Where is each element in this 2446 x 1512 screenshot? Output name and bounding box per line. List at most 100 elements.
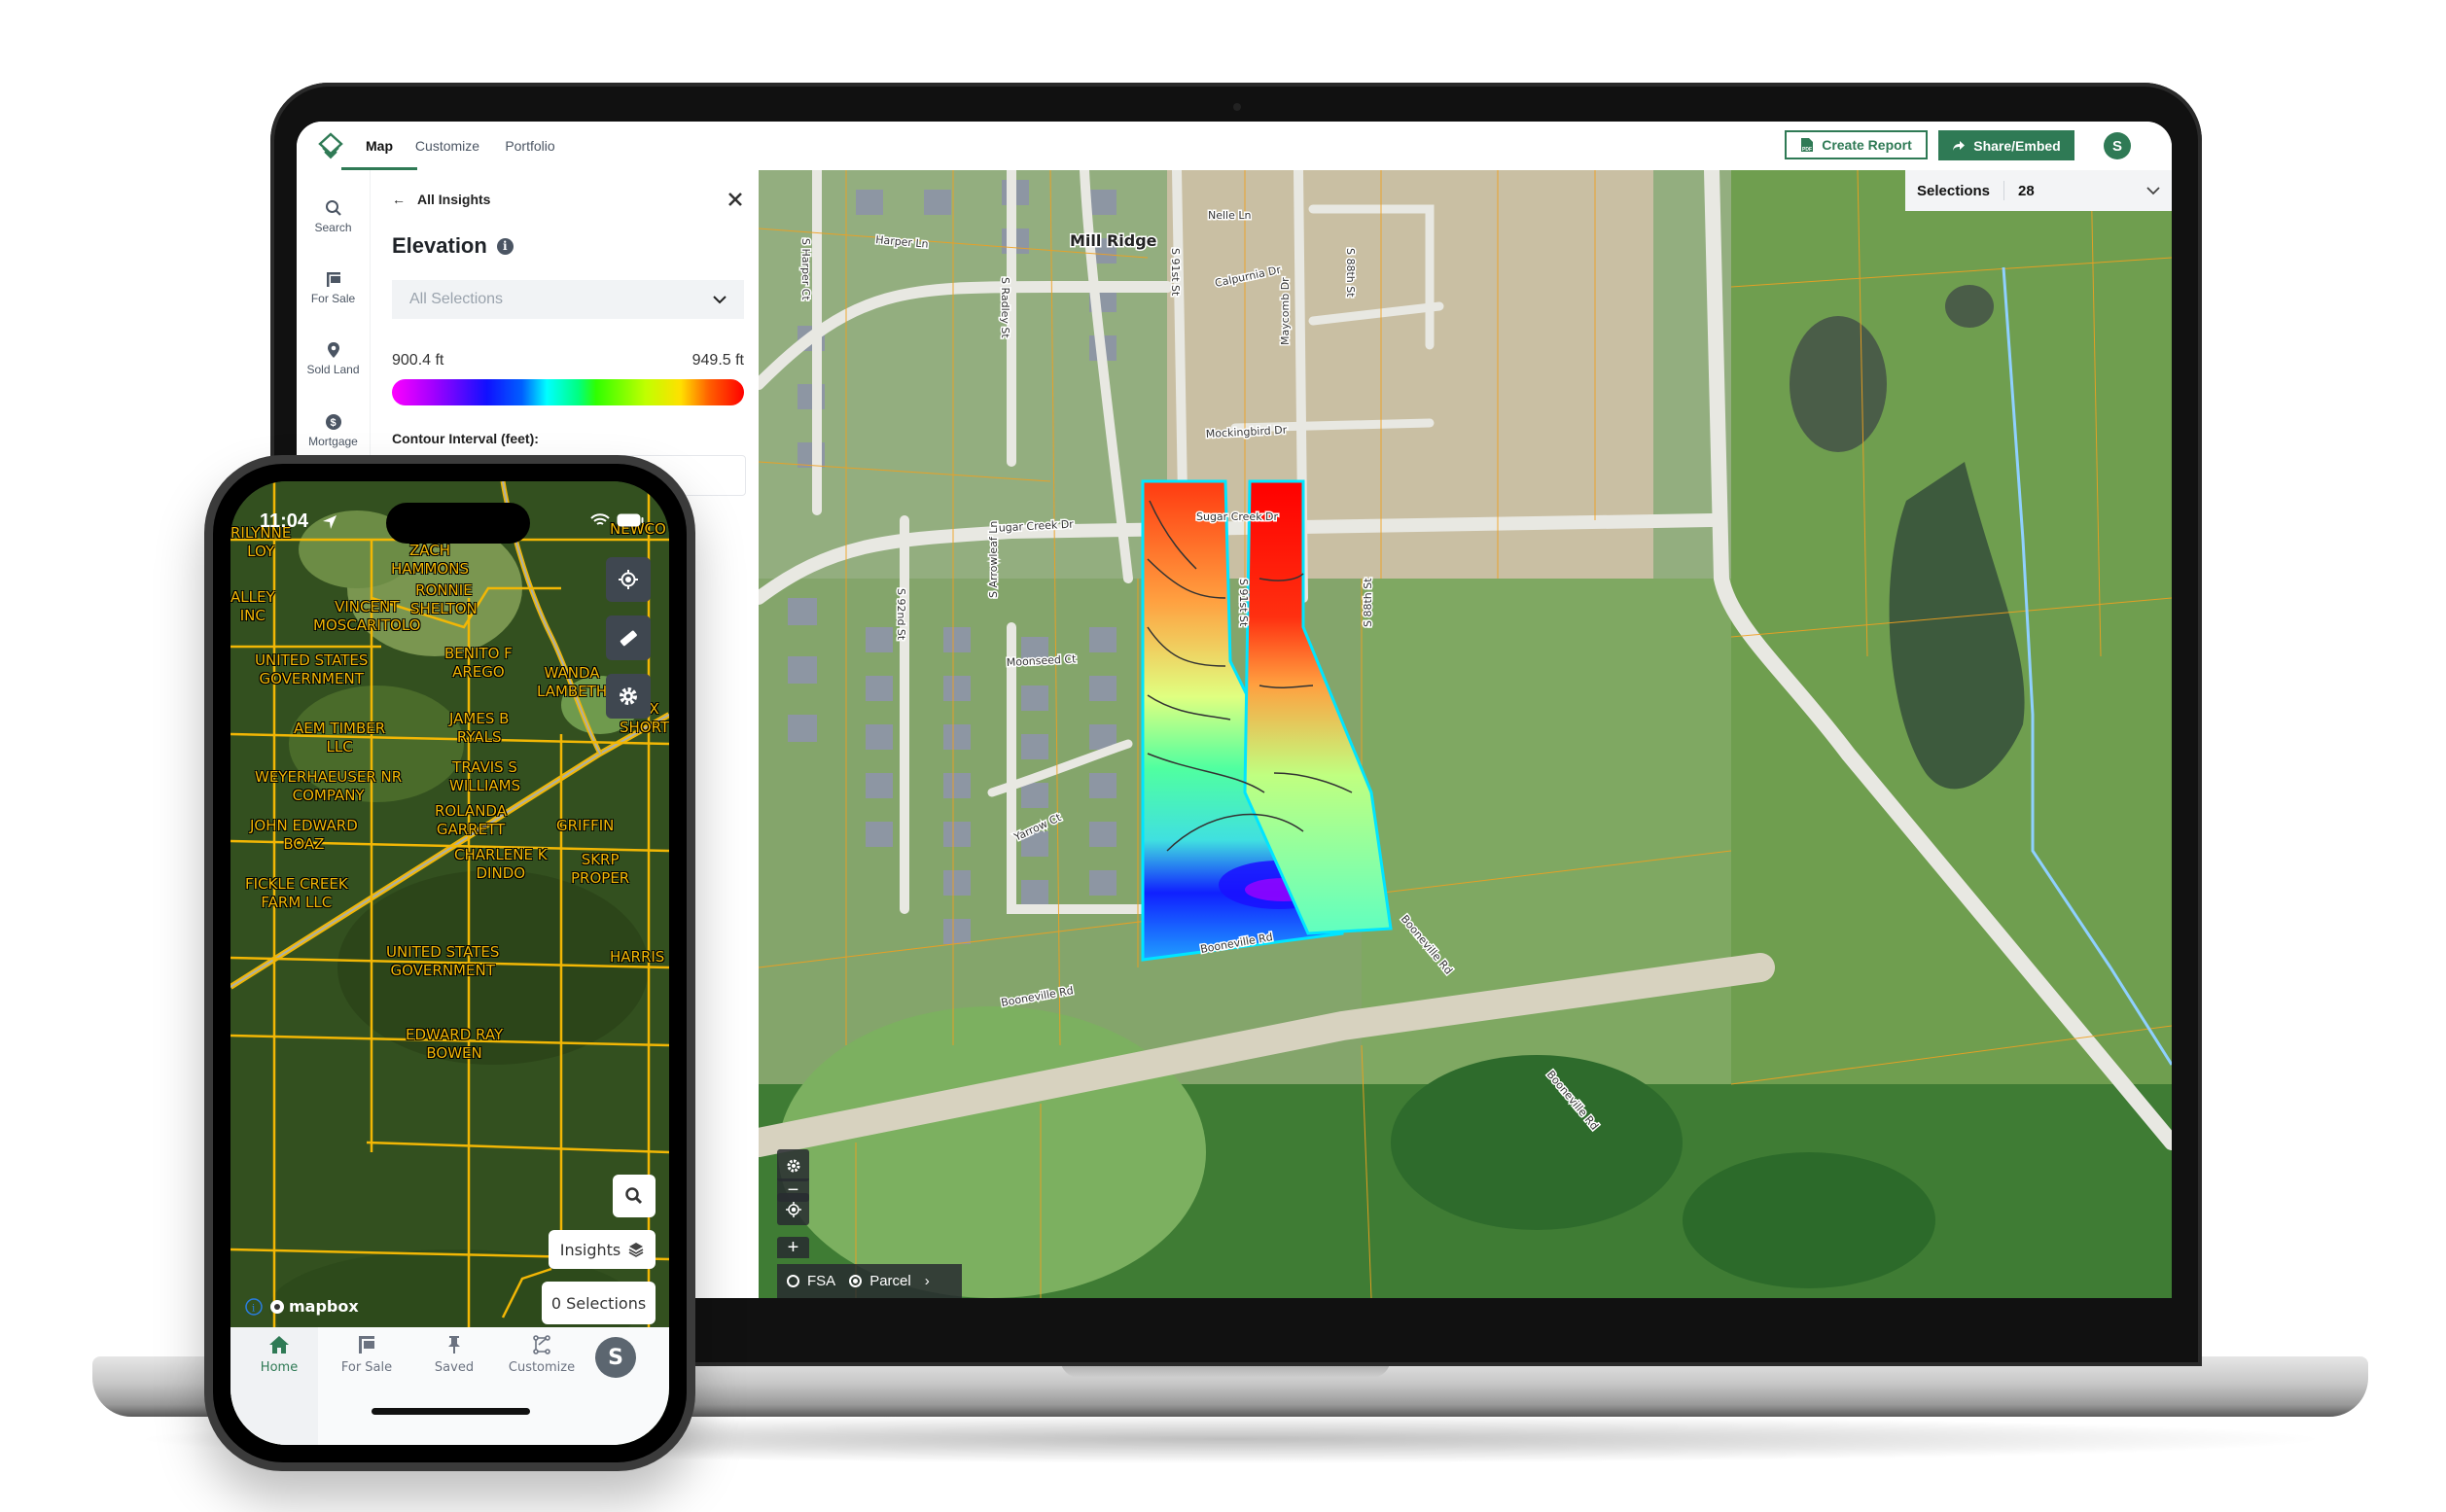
phone-tab-home[interactable]: Home (235, 1335, 323, 1375)
create-report-label: Create Report (1822, 137, 1912, 153)
owner-label: EDWARD RAY BOWEN (406, 1026, 504, 1062)
chevron-down-icon (2146, 186, 2160, 194)
zoom-out-button[interactable]: − (777, 1178, 809, 1202)
mapbox-label: mapbox (289, 1297, 359, 1316)
parcel-label: Parcel (869, 1273, 911, 1289)
owner-label: HARRIS (610, 948, 665, 966)
elevation-min-label: 900.4 ft (392, 352, 444, 369)
selections-dropdown[interactable]: Selections 28 (1905, 170, 2172, 211)
nav-search[interactable]: Search (297, 199, 370, 234)
nav-for-sale[interactable]: For Sale (297, 270, 370, 305)
zoom-in-button[interactable]: + (777, 1237, 809, 1258)
close-icon[interactable] (724, 188, 747, 211)
road-label: Maycomb Dr (1279, 277, 1292, 345)
road-label: S 91st St (1169, 248, 1182, 297)
mapbox-attribution: mapbox (269, 1297, 359, 1316)
fsa-label: FSA (807, 1273, 836, 1289)
owner-label: ZACH HAMMONS (391, 542, 469, 578)
search-icon (625, 1187, 643, 1205)
road-label: Nelle Ln (1208, 209, 1252, 222)
phone-tab-customize-label: Customize (508, 1360, 576, 1375)
nav-mortgage-label: Mortgage (308, 435, 358, 448)
owner-label: WANDA LAMBETH (537, 664, 608, 700)
nav-sold-land-label: Sold Land (306, 363, 360, 376)
owner-label: ALLEY INC (230, 588, 275, 624)
nav-mortgage[interactable]: $ Mortgage (297, 413, 370, 448)
selections-count: 28 (2018, 182, 2035, 199)
owner-label: VINCENT MOSCARITOLO (313, 598, 421, 634)
road-label: S Radley St (999, 277, 1011, 338)
share-embed-label: Share/Embed (1973, 137, 2061, 154)
info-circle-icon[interactable]: i (245, 1298, 263, 1316)
user-avatar[interactable]: S (2104, 132, 2131, 159)
dynamic-island (386, 503, 530, 544)
nav-search-label: Search (314, 221, 352, 234)
customize-icon (533, 1335, 550, 1354)
gear-icon (620, 687, 637, 705)
road-label: S 91st St (1237, 579, 1250, 627)
owner-label: GRIFFIN (556, 817, 615, 834)
tab-portfolio[interactable]: Portfolio (472, 122, 588, 170)
home-indicator (372, 1408, 530, 1415)
owner-label: AEM TIMBER LLC (294, 720, 386, 756)
owner-label: ROLANDA GARRETT (435, 802, 507, 838)
insights-label: Insights (559, 1240, 621, 1259)
for-sale-sign-icon (326, 272, 340, 287)
divider (2003, 181, 2005, 200)
road-label: S 88th St (1362, 578, 1374, 627)
status-time: 11:04 (260, 510, 309, 532)
parcel-radio[interactable] (849, 1275, 863, 1287)
plus-icon: + (787, 1236, 799, 1258)
home-icon (269, 1336, 289, 1354)
map-canvas[interactable]: Mill Ridge Harper Ln S Harper Ct S Radle… (759, 170, 2172, 1298)
back-to-insights-button[interactable]: ← All Insights (392, 192, 490, 207)
phone-tab-for-sale[interactable]: For Sale (323, 1335, 410, 1375)
gear-icon (787, 1159, 799, 1172)
map-pin-icon (327, 342, 339, 358)
road-label: S 88th St (1344, 248, 1357, 298)
phone-locate-button[interactable] (606, 557, 651, 602)
elevation-color-scale (392, 379, 744, 405)
elevation-max-label: 949.5 ft (691, 352, 744, 369)
phone-selections-button[interactable]: 0 Selections (542, 1282, 656, 1324)
owner-label: JAMES B RYALS (449, 710, 510, 746)
chevron-right-icon[interactable]: › (925, 1273, 930, 1289)
owner-label: BENITO F AREGO (444, 645, 513, 681)
selection-dropdown[interactable]: All Selections (392, 280, 744, 319)
owner-label: UNITED STATES GOVERNMENT (386, 943, 500, 979)
info-icon[interactable]: i (496, 237, 514, 255)
layer-toggle-bar: FSA Parcel › (777, 1264, 962, 1298)
phone-frame: RILYNNE LOY ZACH HAMMONS RONNIE SHELTON VIN… (204, 455, 695, 1471)
phone-settings-button[interactable] (606, 674, 651, 719)
fsa-radio[interactable] (787, 1275, 799, 1287)
phone-user-avatar[interactable]: S (595, 1337, 636, 1378)
owner-label: SKRP PROPER (571, 851, 630, 887)
phone-measure-button[interactable] (606, 615, 651, 660)
insights-button[interactable]: Insights (549, 1230, 656, 1269)
map-settings-button[interactable] (777, 1149, 809, 1181)
app-header: Map Customize Portfolio PDF Create Repor… (297, 122, 2172, 171)
back-label: All Insights (417, 192, 491, 207)
nav-sold-land[interactable]: Sold Land (297, 341, 370, 376)
place-label-mill-ridge: Mill Ridge (1070, 231, 1157, 250)
mapbox-logo-icon (270, 1299, 284, 1314)
search-icon (325, 200, 341, 216)
for-sale-sign-icon (359, 1336, 374, 1354)
dollar-icon: $ (325, 414, 341, 430)
satellite-map: Mill Ridge Harper Ln S Harper Ct S Radle… (759, 170, 2172, 1298)
share-embed-button[interactable]: Share/Embed (1938, 130, 2074, 160)
owner-label: UNITED STATES GOVERNMENT (255, 651, 369, 687)
contour-interval-label: Contour Interval (feet): (392, 431, 539, 446)
share-arrow-icon (1953, 140, 1966, 151)
phone-tab-saved[interactable]: Saved (410, 1335, 498, 1375)
owner-label: TRAVIS S WILLIAMS (449, 758, 521, 794)
phone-tab-customize[interactable]: Customize (498, 1335, 585, 1375)
phone-search-button[interactable] (613, 1175, 656, 1217)
road-label: S Harper Ct (799, 238, 812, 300)
road-label: Sugar Creek Dr (1196, 510, 1279, 523)
owner-label: WEYERHAEUSER NR COMPANY (255, 768, 403, 804)
svg-text:PDF: PDF (1802, 147, 1812, 153)
create-report-button[interactable]: PDF Create Report (1785, 130, 1928, 159)
phone-tab-for-sale-label: For Sale (340, 1360, 393, 1375)
phone-tab-home-label: Home (260, 1360, 299, 1375)
